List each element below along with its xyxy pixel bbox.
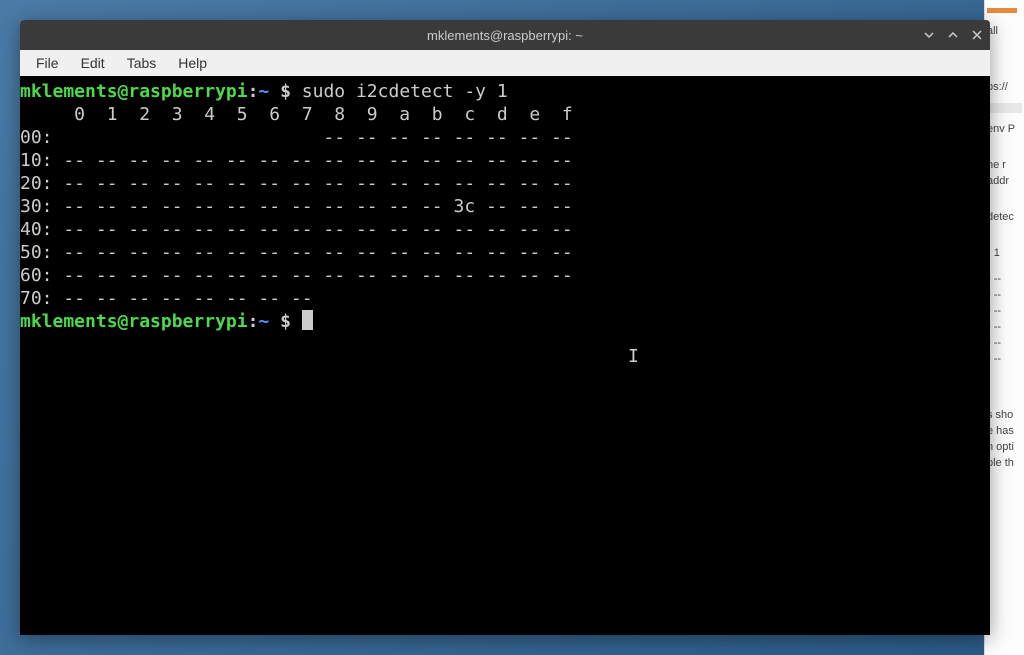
terminal-body[interactable]: mklements@raspberrypi:~ $ sudo i2cdetect…: [20, 76, 990, 635]
side-fragment: ) 1: [987, 247, 1022, 259]
output-row: 40: -- -- -- -- -- -- -- -- -- -- -- -- …: [20, 219, 573, 240]
side-fragment: addr: [987, 175, 1022, 187]
cursor-block: [302, 310, 313, 330]
window-title: mklements@raspberrypi: ~: [427, 28, 583, 43]
prompt-path: ~: [258, 81, 269, 102]
side-fragment: e has: [987, 425, 1022, 437]
minimize-button[interactable]: [922, 28, 936, 42]
output-row: 70: -- -- -- -- -- -- -- --: [20, 288, 313, 309]
output-row: 10: -- -- -- -- -- -- -- -- -- -- -- -- …: [20, 150, 573, 171]
side-fragment: - --: [987, 353, 1022, 365]
side-fragment: s sho: [987, 409, 1022, 421]
side-accent-bar: [987, 8, 1017, 13]
window-titlebar[interactable]: mklements@raspberrypi: ~: [20, 20, 990, 50]
prompt-user-host: mklements@raspberrypi: [20, 81, 248, 102]
menu-help[interactable]: Help: [168, 52, 217, 74]
side-fragment: detec: [987, 211, 1022, 223]
prompt-path: ~: [258, 311, 269, 332]
side-panel-partial: all ps:// env P he r addr detec ) 1 - --…: [984, 0, 1024, 655]
side-fragment: he r: [987, 159, 1022, 171]
side-fragment: - --: [987, 321, 1022, 333]
output-row: 00: -- -- -- -- -- -- -- --: [20, 127, 573, 148]
prompt-user-host: mklements@raspberrypi: [20, 311, 248, 332]
menu-file[interactable]: File: [26, 52, 69, 74]
side-fragment: ps://: [987, 81, 1022, 93]
close-icon: [972, 30, 982, 40]
menubar: File Edit Tabs Help: [20, 50, 990, 76]
output-row: 50: -- -- -- -- -- -- -- -- -- -- -- -- …: [20, 242, 573, 263]
side-fragment: - --: [987, 337, 1022, 349]
side-divider: [987, 103, 1022, 113]
menu-edit[interactable]: Edit: [71, 52, 115, 74]
terminal-window: mklements@raspberrypi: ~ File Edit Tabs …: [20, 20, 990, 635]
command-text: sudo i2cdetect -y 1: [302, 81, 508, 102]
side-fragment: ble th: [987, 457, 1022, 469]
side-fragment: - --: [987, 273, 1022, 285]
chevron-down-icon: [924, 30, 934, 40]
side-fragment: env P: [987, 123, 1022, 135]
menu-tabs[interactable]: Tabs: [117, 52, 167, 74]
window-controls: [922, 28, 984, 42]
output-row: 20: -- -- -- -- -- -- -- -- -- -- -- -- …: [20, 173, 573, 194]
side-fragment: - --: [987, 289, 1022, 301]
side-fragment: n opti: [987, 441, 1022, 453]
prompt-colon: :: [248, 311, 259, 332]
output-header: 0 1 2 3 4 5 6 7 8 9 a b c d e f: [20, 104, 573, 125]
prompt-dollar: $: [269, 81, 302, 102]
output-row: 60: -- -- -- -- -- -- -- -- -- -- -- -- …: [20, 265, 573, 286]
prompt-colon: :: [248, 81, 259, 102]
chevron-up-icon: [948, 30, 958, 40]
text-cursor-ibeam: I: [628, 345, 630, 363]
prompt-dollar: $: [269, 311, 302, 332]
output-row: 30: -- -- -- -- -- -- -- -- -- -- -- -- …: [20, 196, 573, 217]
close-button[interactable]: [970, 28, 984, 42]
side-fragment: - --: [987, 305, 1022, 317]
side-fragment: all: [987, 25, 1022, 37]
maximize-button[interactable]: [946, 28, 960, 42]
